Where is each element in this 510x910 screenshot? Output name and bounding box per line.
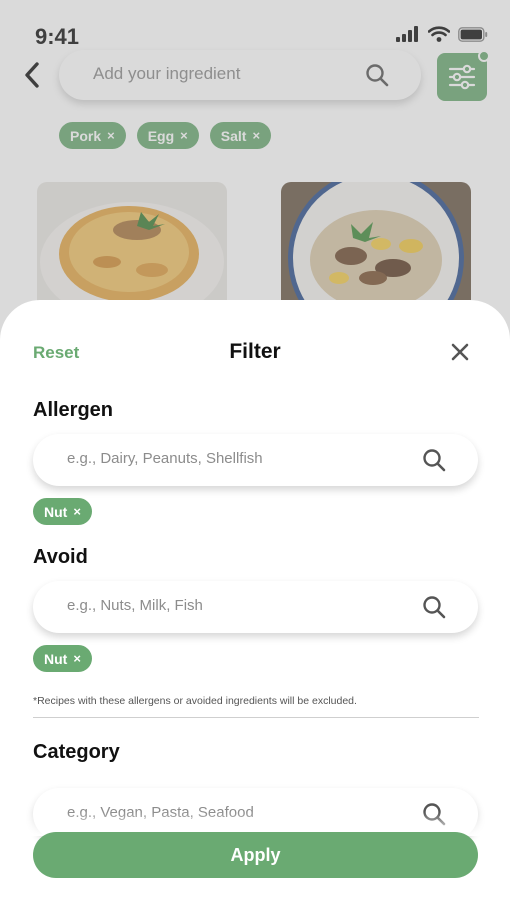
avoid-heading: Avoid	[33, 546, 88, 568]
section-divider	[33, 717, 479, 718]
remove-chip-icon[interactable]: ×	[73, 504, 81, 519]
chip-label: Nut	[44, 503, 68, 520]
remove-chip-icon[interactable]: ×	[73, 651, 81, 666]
allergen-field	[33, 434, 478, 486]
allergen-search-input[interactable]	[67, 450, 397, 467]
allergen-heading: Allergen	[33, 399, 114, 421]
allergen-chip[interactable]: Nut ×	[33, 498, 92, 525]
exclusion-note: *Recipes with these allergens or avoided…	[33, 695, 357, 707]
sheet-title: Filter	[229, 340, 281, 363]
filter-sheet: Reset Filter Allergen Nut × Avoid Nut × …	[0, 300, 510, 910]
avoid-chip[interactable]: Nut ×	[33, 645, 92, 672]
apply-button[interactable]: Apply	[33, 832, 478, 878]
avoid-field	[33, 581, 478, 633]
search-icon[interactable]	[422, 448, 446, 472]
close-icon[interactable]	[448, 340, 472, 364]
search-icon[interactable]	[422, 595, 446, 619]
category-heading: Category	[33, 741, 120, 763]
avoid-search-input[interactable]	[67, 597, 397, 614]
chip-label: Nut	[44, 650, 68, 667]
